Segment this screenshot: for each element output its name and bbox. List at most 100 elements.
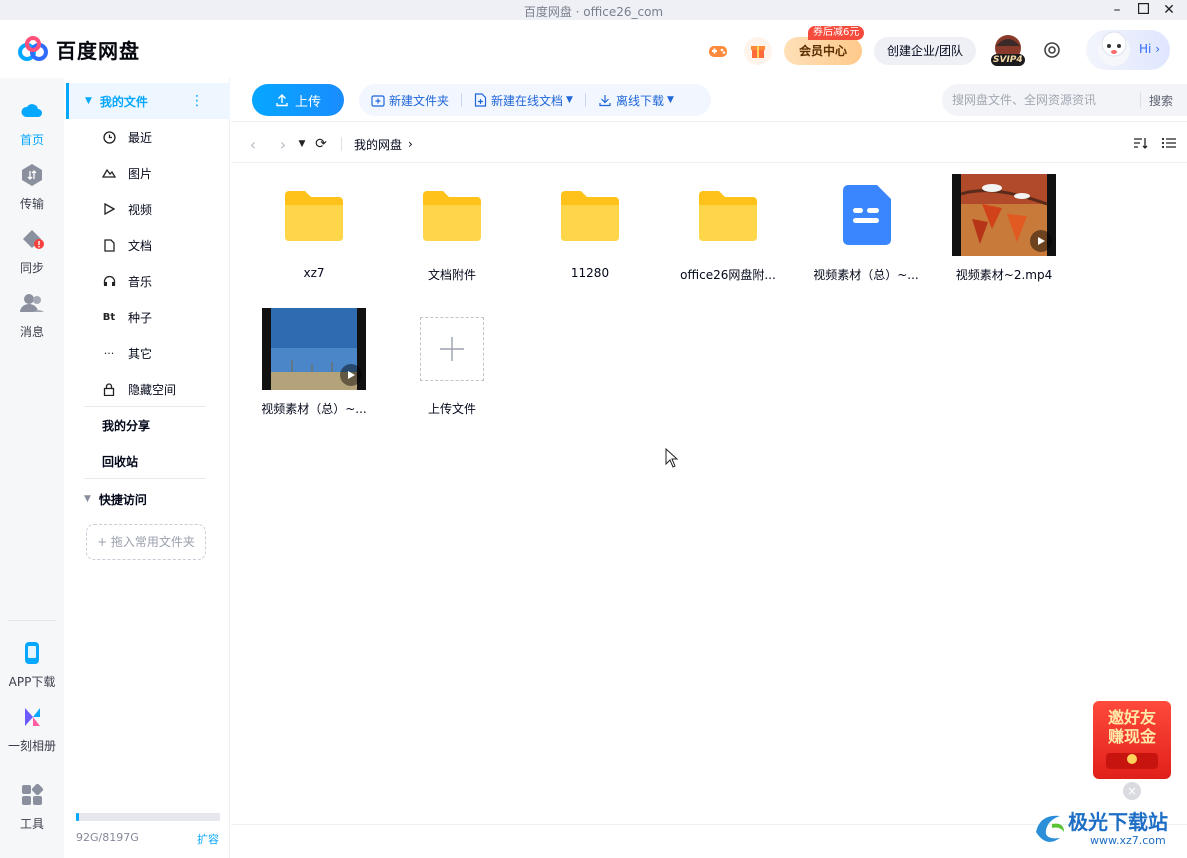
game-icon[interactable] <box>704 37 732 65</box>
nav-home[interactable]: 首页 <box>0 98 64 148</box>
sidebar-item-music[interactable]: 音乐 <box>66 263 230 299</box>
file-item[interactable]: 视频素材（总）~... <box>800 174 932 283</box>
sidebar-item-label: 我的分享 <box>102 418 151 433</box>
sort-icon[interactable] <box>1133 136 1149 153</box>
back-arrow-icon[interactable]: ‹ <box>241 132 265 156</box>
sidebar-item-label: 回收站 <box>102 454 139 469</box>
minimize-button[interactable]: – <box>1104 1 1130 19</box>
search-button[interactable]: 搜索 <box>1149 92 1173 109</box>
invite-friends-promo[interactable]: 邀好友 赚现金 <box>1093 701 1171 779</box>
file-name: 视频素材（总）~... <box>813 268 919 282</box>
tools-icon <box>22 783 44 805</box>
sidebar-item-my-share[interactable]: 我的分享 <box>66 407 230 443</box>
plus-icon <box>420 317 484 381</box>
offline-download-button[interactable]: 离线下载 ▼ <box>586 92 686 109</box>
sidebar-item-videos[interactable]: 视频 <box>66 191 230 227</box>
new-online-doc-label: 新建在线文档 <box>491 93 564 108</box>
clock-icon <box>102 130 116 144</box>
forward-arrow-icon[interactable]: › <box>271 132 295 156</box>
nav-app-download[interactable]: APP下载 <box>0 640 64 690</box>
nav-tools-label: 工具 <box>19 817 44 831</box>
path-divider <box>231 162 1187 163</box>
caret-down-icon[interactable]: ▼ <box>85 96 92 106</box>
upload-tile-wrap <box>386 308 518 390</box>
caret-down-icon[interactable]: ▼ <box>84 494 91 504</box>
caret-down-icon: ▼ <box>566 95 573 105</box>
nav-album[interactable]: 一刻相册 <box>0 704 64 754</box>
video-thumbnail <box>952 174 1056 256</box>
coupon-badge: 券后减6元 <box>808 26 865 40</box>
new-online-doc-button[interactable]: 新建在线文档 ▼ <box>462 92 585 109</box>
expand-storage-link[interactable]: 扩容 <box>197 831 219 847</box>
sidebar-item-recycle-bin[interactable]: 回收站 <box>66 443 230 479</box>
nav-transfer[interactable]: 传输 <box>0 162 64 212</box>
bt-icon: Bt <box>102 311 116 323</box>
sidebar-item-recent[interactable]: 最近 <box>66 119 230 155</box>
file-name: 视频素材（总）~... <box>261 402 367 416</box>
file-category-sidebar: ▼ 我的文件 ⋮ 最近 图片 视频 文档 音乐 Bt 种子 ··· 其它 隐藏空… <box>66 78 230 858</box>
refresh-icon[interactable]: ⟳ <box>309 132 333 156</box>
search-input[interactable] <box>952 93 1140 107</box>
sidebar-item-my-files[interactable]: ▼ 我的文件 ⋮ <box>66 83 230 119</box>
list-view-icon[interactable] <box>1161 136 1177 153</box>
folder-icon <box>248 174 380 256</box>
play-icon <box>340 364 362 386</box>
breadcrumb-chevron-icon: › <box>408 137 413 151</box>
image-icon <box>102 166 116 180</box>
message-icon <box>20 294 44 312</box>
nav-transfer-label: 传输 <box>19 197 44 211</box>
svip-badge[interactable]: SVIP4 <box>988 32 1028 68</box>
breadcrumb-root[interactable]: 我的网盘 <box>354 136 402 153</box>
history-dropdown-icon[interactable]: ▼ <box>295 132 309 156</box>
new-folder-button[interactable]: 新建文件夹 <box>359 92 461 109</box>
file-item[interactable]: xz7 <box>248 174 380 280</box>
baidu-netdisk-logo-icon <box>18 35 48 61</box>
upload-button[interactable]: 上传 <box>252 84 344 116</box>
headphones-icon <box>102 274 116 288</box>
album-icon <box>25 708 40 726</box>
window-title: 百度网盘 · office26_com <box>523 5 664 19</box>
red-envelope-icon <box>1106 753 1158 769</box>
nav-sync[interactable]: 同步 <box>0 226 64 276</box>
cloud-icon <box>21 104 42 117</box>
file-name: xz7 <box>303 266 325 280</box>
nav-album-label: 一刻相册 <box>7 739 56 753</box>
close-promo-icon[interactable]: × <box>1123 782 1141 800</box>
mouse-cursor-icon <box>665 448 679 468</box>
sidebar-item-documents[interactable]: 文档 <box>66 227 230 263</box>
main-content: 上传 新建文件夹 新建在线文档 ▼ 离线下载 ▼ 搜索 <box>231 78 1187 858</box>
file-item[interactable]: 11280 <box>524 174 656 280</box>
file-item[interactable]: office26网盘附... <box>662 174 794 283</box>
storage-quota-bar <box>76 813 220 821</box>
user-avatar-button[interactable]: Hi › <box>1086 30 1170 70</box>
close-window-button[interactable]: ✕ <box>1156 1 1182 19</box>
drag-folder-dropzone[interactable]: + 拖入常用文件夹 <box>86 524 206 560</box>
upload-icon <box>276 94 288 107</box>
file-item[interactable]: 视频素材~2.mp4 <box>938 174 1070 283</box>
video-thumbnail-wrap <box>938 174 1070 256</box>
vip-center-button[interactable]: 会员中心 <box>784 37 862 65</box>
sidebar-item-hidden-space[interactable]: 隐藏空间 <box>66 371 230 407</box>
folder-icon <box>386 174 518 256</box>
svip-label: SVIP4 <box>993 55 1023 65</box>
caret-down-icon: ▼ <box>666 95 674 105</box>
nav-message[interactable]: 消息 <box>0 290 64 340</box>
file-item[interactable]: 视频素材（总）~... <box>248 308 380 417</box>
create-team-button[interactable]: 创建企业/团队 <box>874 37 976 65</box>
file-name: 视频素材~2.mp4 <box>955 268 1053 282</box>
title-bar: 百度网盘 · office26_com – ✕ <box>0 0 1187 20</box>
nav-tools[interactable]: 工具 <box>0 782 64 832</box>
settings-icon[interactable] <box>1041 39 1063 61</box>
sidebar-item-others[interactable]: ··· 其它 <box>66 335 230 371</box>
sidebar-divider <box>84 478 206 479</box>
sidebar-item-torrents[interactable]: Bt 种子 <box>66 299 230 335</box>
upload-file-tile[interactable]: 上传文件 <box>386 308 518 417</box>
more-vertical-icon[interactable]: ⋮ <box>190 93 204 109</box>
sidebar-item-images[interactable]: 图片 <box>66 155 230 191</box>
file-item[interactable]: 文档附件 <box>386 174 518 283</box>
sidebar-item-quick-access[interactable]: ▼ 快捷访问 <box>66 481 230 517</box>
gift-icon[interactable] <box>744 37 772 65</box>
left-nav: 首页 传输 同步 消息 APP下载 一刻相册 工具 <box>0 78 64 858</box>
maximize-button[interactable] <box>1130 1 1156 19</box>
avatar-icon <box>1098 31 1130 66</box>
